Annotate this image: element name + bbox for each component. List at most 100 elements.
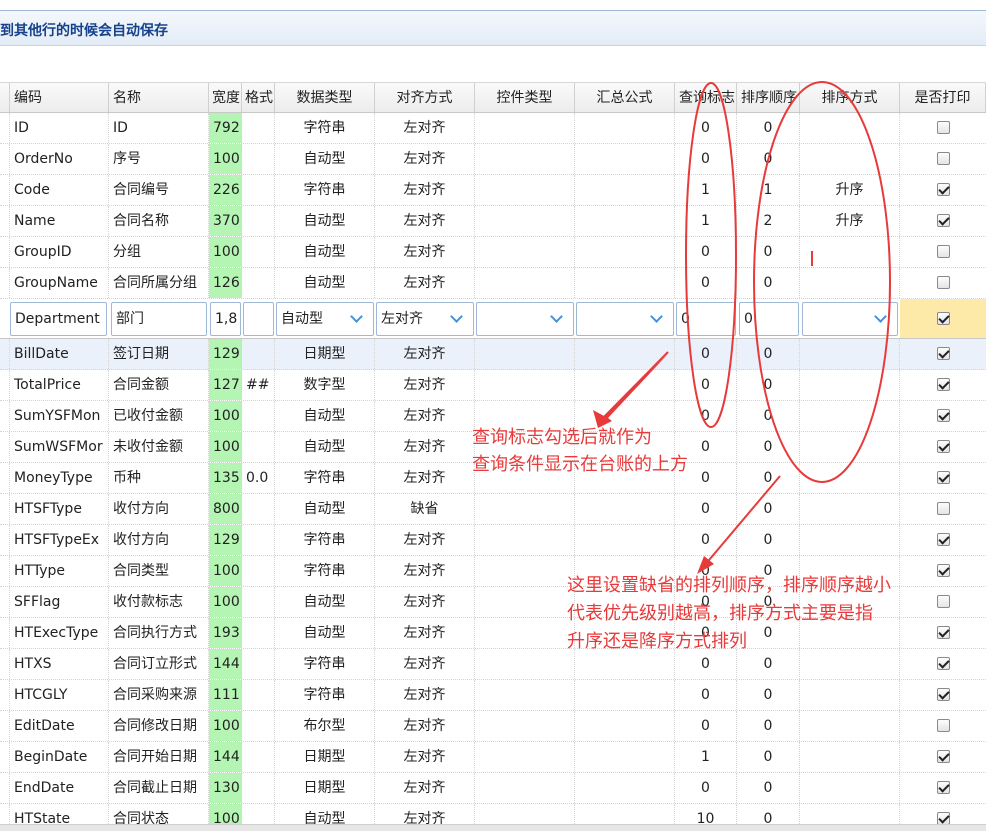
cell-sort-order[interactable]: 0 xyxy=(737,370,800,400)
cell-query-flag[interactable]: 0 xyxy=(675,494,737,524)
cell-summary[interactable] xyxy=(575,370,675,400)
cell-code[interactable]: HTCGLY xyxy=(10,680,109,710)
cell-code[interactable]: SumYSFMon xyxy=(10,401,109,431)
cell-control-type[interactable] xyxy=(475,268,575,298)
col-header-sort-direction[interactable]: 排序方式 xyxy=(800,83,900,112)
editing-row[interactable]: Department 部门 1,8 自动型 左对齐 0 0 xyxy=(0,299,986,339)
cell-sort-direction[interactable]: 升序 xyxy=(800,206,900,236)
cell-control-type[interactable] xyxy=(475,587,575,617)
chevron-down-icon[interactable] xyxy=(643,303,673,335)
cell-summary[interactable] xyxy=(575,237,675,267)
cell-sort-direction[interactable] xyxy=(800,494,900,524)
cell-align[interactable]: 左对齐 xyxy=(375,742,475,772)
table-row[interactable]: GroupName 合同所属分组 126 自动型 左对齐 0 0 xyxy=(0,268,986,299)
cell-format[interactable] xyxy=(242,680,275,710)
cell-data-type[interactable]: 自动型 xyxy=(275,494,375,524)
cell-query-flag[interactable]: 0 xyxy=(675,268,737,298)
print-checkbox[interactable] xyxy=(936,275,950,289)
chevron-down-icon[interactable] xyxy=(867,303,897,335)
cell-sort-order[interactable]: 0 xyxy=(737,711,800,741)
cell-summary[interactable] xyxy=(575,742,675,772)
cell-name[interactable]: 序号 xyxy=(109,144,209,174)
print-checkbox[interactable] xyxy=(936,532,950,546)
col-header-name[interactable]: 名称 xyxy=(109,83,209,112)
cell-format[interactable] xyxy=(242,113,275,143)
cell-format[interactable] xyxy=(242,144,275,174)
cell-summary[interactable] xyxy=(575,268,675,298)
print-checkbox[interactable] xyxy=(936,563,950,577)
cell-format[interactable] xyxy=(242,268,275,298)
cell-code[interactable]: HTSFTypeEx xyxy=(10,525,109,555)
cell-code[interactable]: Code xyxy=(10,175,109,205)
cell-control-type[interactable] xyxy=(475,680,575,710)
cell-query-flag[interactable]: 0 xyxy=(675,525,737,555)
cell-name[interactable]: 合同金额 xyxy=(109,370,209,400)
cell-code[interactable]: HTXS xyxy=(10,649,109,679)
table-row[interactable]: EndDate 合同截止日期 130 日期型 左对齐 0 0 xyxy=(0,773,986,804)
cell-sort-order[interactable]: 0 xyxy=(737,525,800,555)
cell-data-type[interactable]: 日期型 xyxy=(275,773,375,803)
cell-summary[interactable] xyxy=(575,494,675,524)
cell-format[interactable] xyxy=(242,432,275,462)
chevron-down-icon[interactable] xyxy=(543,303,573,335)
print-checkbox[interactable] xyxy=(936,151,950,165)
print-checkbox[interactable] xyxy=(936,749,950,763)
cell-sort-direction[interactable] xyxy=(800,339,900,369)
cell-summary[interactable] xyxy=(575,773,675,803)
cell-code[interactable]: HTType xyxy=(10,556,109,586)
cell-name[interactable]: 合同所属分组 xyxy=(109,268,209,298)
cell-width[interactable]: 100 xyxy=(209,587,242,617)
cell-sort-direction[interactable] xyxy=(800,525,900,555)
cell-width[interactable]: 126 xyxy=(209,268,242,298)
cell-sort-order[interactable]: 0 xyxy=(737,804,800,824)
table-row[interactable]: EditDate 合同修改日期 100 布尔型 左对齐 0 0 xyxy=(0,711,986,742)
cell-align[interactable]: 左对齐 xyxy=(375,401,475,431)
row-indicator[interactable] xyxy=(0,401,10,431)
cell-format[interactable] xyxy=(242,206,275,236)
cell-code[interactable]: TotalPrice xyxy=(10,370,109,400)
cell-control-type[interactable] xyxy=(475,525,575,555)
cell-control-type[interactable] xyxy=(475,649,575,679)
cell-align[interactable]: 左对齐 xyxy=(375,175,475,205)
cell-sort-order[interactable]: 0 xyxy=(737,680,800,710)
cell-width[interactable]: 226 xyxy=(209,175,242,205)
cell-code[interactable]: MoneyType xyxy=(10,463,109,493)
cell-sort-direction[interactable] xyxy=(800,742,900,772)
cell-sort-order[interactable]: 0 xyxy=(737,144,800,174)
cell-align[interactable]: 左对齐 xyxy=(375,711,475,741)
col-header-query-flag[interactable]: 查询标志 xyxy=(675,83,737,112)
cell-width[interactable]: 100 xyxy=(209,556,242,586)
print-checkbox[interactable] xyxy=(936,244,950,258)
cell-name[interactable]: 币种 xyxy=(109,463,209,493)
table-row[interactable]: HTSFTypeEx 收付方向 129 字符串 左对齐 0 0 xyxy=(0,525,986,556)
row-indicator[interactable] xyxy=(0,587,10,617)
row-indicator[interactable] xyxy=(0,463,10,493)
cell-name[interactable]: 合同执行方式 xyxy=(109,618,209,648)
edit-sort-direction-select[interactable] xyxy=(802,302,898,336)
cell-sort-order[interactable]: 0 xyxy=(737,463,800,493)
cell-format[interactable] xyxy=(242,773,275,803)
cell-format[interactable] xyxy=(242,237,275,267)
cell-name[interactable]: 合同订立形式 xyxy=(109,649,209,679)
cell-format[interactable] xyxy=(242,711,275,741)
cell-code[interactable]: EndDate xyxy=(10,773,109,803)
cell-data-type[interactable]: 自动型 xyxy=(275,268,375,298)
cell-name[interactable]: ID xyxy=(109,113,209,143)
cell-width[interactable]: 129 xyxy=(209,339,242,369)
cell-format[interactable]: ## xyxy=(242,370,275,400)
cell-data-type[interactable]: 字符串 xyxy=(275,556,375,586)
edit-sort-order-input[interactable]: 0 xyxy=(739,302,799,336)
cell-code[interactable]: HTState xyxy=(10,804,109,824)
cell-sort-direction[interactable] xyxy=(800,804,900,824)
cell-name[interactable]: 合同开始日期 xyxy=(109,742,209,772)
print-checkbox[interactable] xyxy=(936,625,950,639)
cell-name[interactable]: 分组 xyxy=(109,237,209,267)
cell-name[interactable]: 未收付金额 xyxy=(109,432,209,462)
cell-sort-order[interactable]: 0 xyxy=(737,401,800,431)
horizontal-scrollbar[interactable] xyxy=(0,824,986,831)
cell-sort-direction[interactable] xyxy=(800,144,900,174)
cell-name[interactable]: 合同编号 xyxy=(109,175,209,205)
print-checkbox[interactable] xyxy=(936,311,950,325)
cell-sort-order[interactable]: 1 xyxy=(737,175,800,205)
cell-width[interactable]: 100 xyxy=(209,804,242,824)
